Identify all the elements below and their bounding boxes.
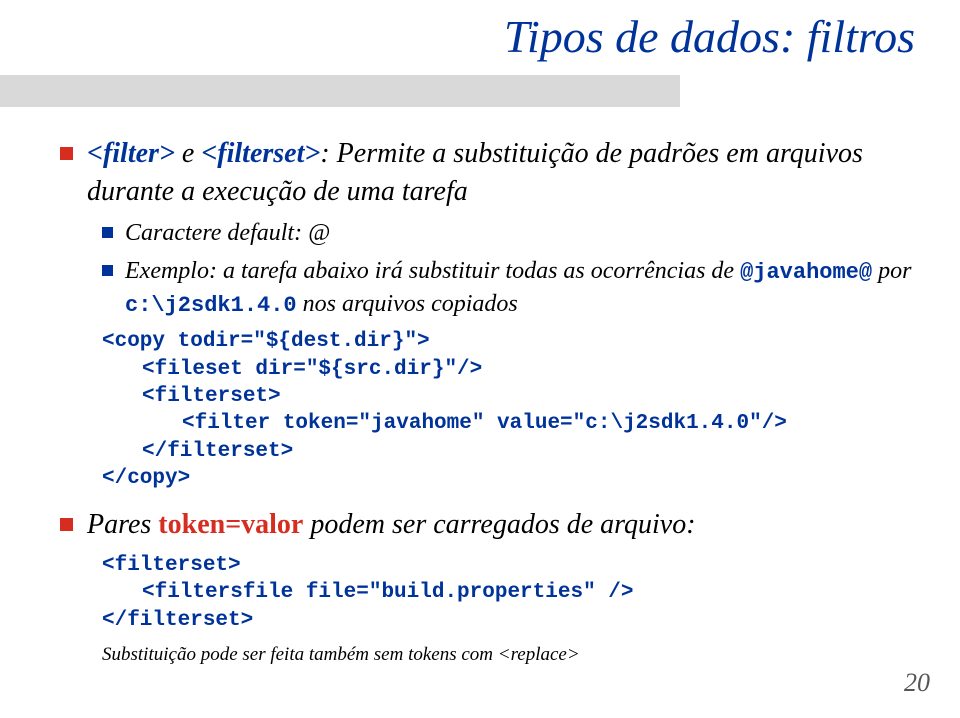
sub-bullet-2: Exemplo: a tarefa abaixo irá substituir … bbox=[102, 255, 915, 320]
footer-note: Substituição pode ser feita também sem t… bbox=[102, 644, 915, 666]
code-line: <filtersfile file="build.properties" /> bbox=[142, 579, 915, 606]
sub-bullet-1-text: Caractere default: @ bbox=[125, 217, 330, 249]
code-line: </filterset> bbox=[102, 607, 915, 634]
code-block-1: <copy todir="${dest.dir}"> <fileset dir=… bbox=[102, 328, 915, 492]
filter-tag: <filter> bbox=[87, 138, 175, 169]
code-line: <filter token="javahome" value="c:\j2sdk… bbox=[182, 410, 915, 437]
sub-bullet-square-icon bbox=[102, 227, 113, 238]
slide-title: Tipos de dados: filtros bbox=[504, 10, 915, 63]
code-line: <filterset> bbox=[102, 552, 915, 579]
bullet-square-icon bbox=[60, 518, 73, 531]
code-line: </copy> bbox=[102, 465, 915, 492]
bullet-2-text: Pares token=valor podem ser carregados d… bbox=[87, 506, 696, 544]
code-line: <filterset> bbox=[142, 383, 915, 410]
bullet-square-icon bbox=[60, 147, 73, 160]
header-accent-bar bbox=[0, 75, 680, 107]
bullet-1: <filter> e <filterset>: Permite a substi… bbox=[60, 135, 915, 211]
bullet-1-text: <filter> e <filterset>: Permite a substi… bbox=[87, 135, 915, 211]
code-block-2: <filterset> <filtersfile file="build.pro… bbox=[102, 552, 915, 634]
bullet-2: Pares token=valor podem ser carregados d… bbox=[60, 506, 915, 544]
page-number: 20 bbox=[904, 668, 930, 698]
slide-body: <filter> e <filterset>: Permite a substi… bbox=[60, 135, 915, 666]
sub-bullet-1: Caractere default: @ bbox=[102, 217, 915, 249]
code-line: </filterset> bbox=[142, 438, 915, 465]
filterset-tag: <filterset> bbox=[201, 138, 320, 169]
code-line: <fileset dir="${src.dir}"/> bbox=[142, 356, 915, 383]
sub-bullet-square-icon bbox=[102, 265, 113, 276]
code-line: <copy todir="${dest.dir}"> bbox=[102, 328, 915, 355]
sub-bullet-2-text: Exemplo: a tarefa abaixo irá substituir … bbox=[125, 255, 915, 320]
token-valor: token=valor bbox=[158, 509, 303, 540]
